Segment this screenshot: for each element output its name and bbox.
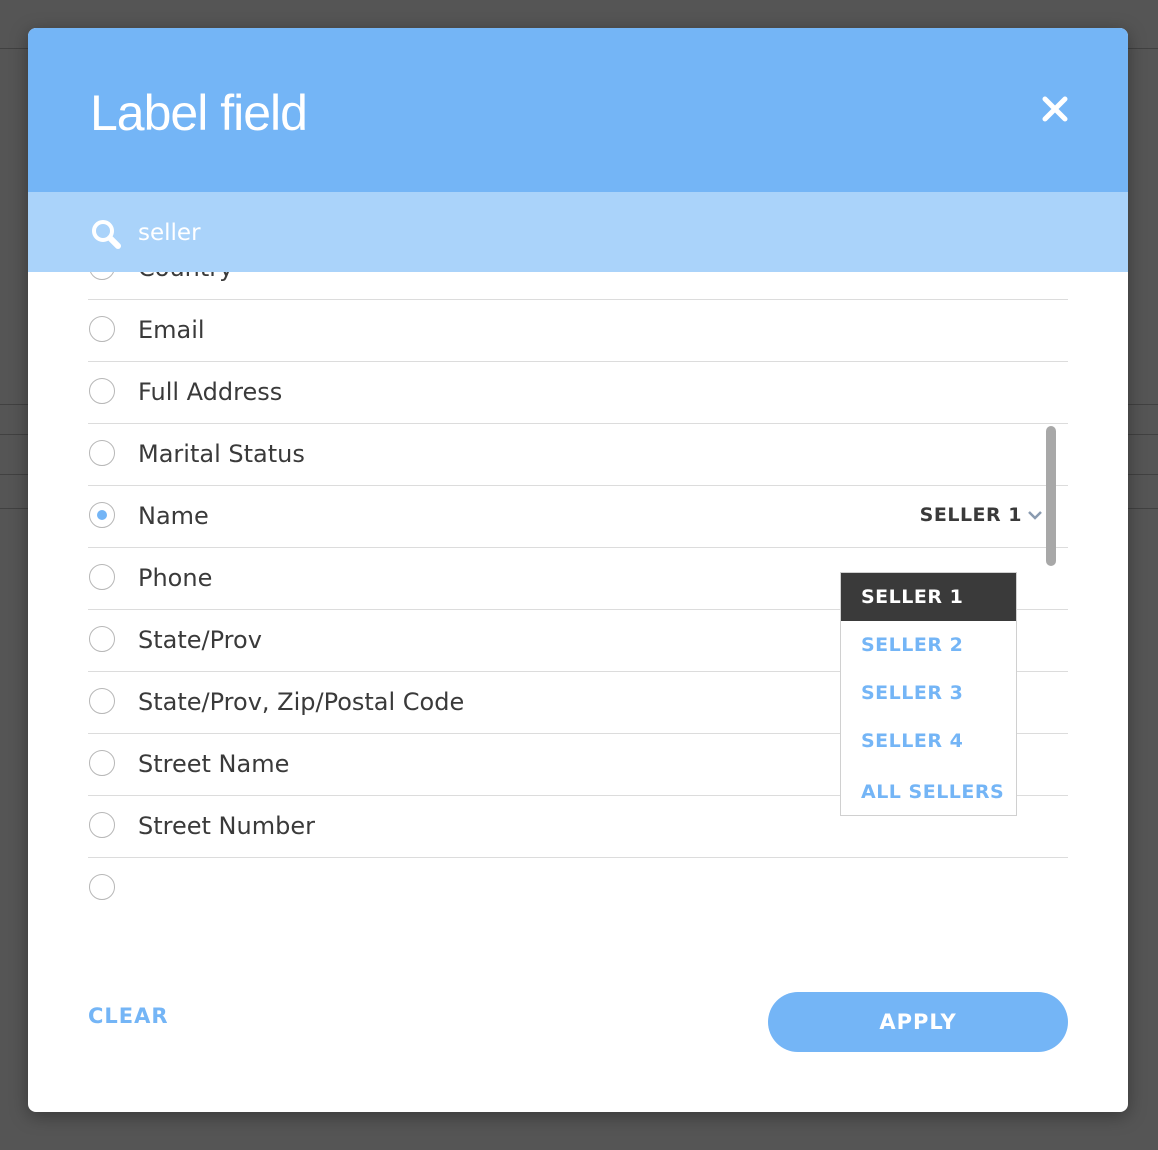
radio-button[interactable] [89,626,115,652]
list-scrollbar[interactable] [1046,426,1056,566]
field-label: Phone [138,564,213,592]
close-button[interactable] [1040,94,1070,124]
radio-button-checked[interactable] [89,502,115,528]
dropdown-option-seller-1[interactable]: SELLER 1 [841,573,1016,621]
radio-button[interactable] [89,688,115,714]
field-label: Street Name [138,750,290,778]
seller-dropdown-menu: SELLER 1 SELLER 2 SELLER 3 SELLER 4 ALL … [840,572,1017,816]
radio-button[interactable] [89,874,115,900]
close-icon [1042,96,1068,122]
field-label: Marital Status [138,440,305,468]
dialog-title: Label field [90,85,308,141]
dropdown-option-seller-3[interactable]: SELLER 3 [841,669,1016,717]
list-item[interactable]: Full Address [88,362,1068,424]
dropdown-option-all-sellers[interactable]: ALL SELLERS [841,765,1016,815]
list-item-selected[interactable]: Name SELLER 1 [88,486,1068,548]
field-label: Name [138,502,209,530]
field-label: State/Prov [138,626,262,654]
label-field-dialog: Label field Country Email [28,28,1128,1112]
radio-button[interactable] [89,316,115,342]
list-item[interactable]: Email [88,300,1068,362]
radio-button[interactable] [89,272,115,280]
radio-button[interactable] [89,812,115,838]
field-label: Full Address [138,378,283,406]
search-bar [28,192,1128,272]
list-item[interactable] [88,858,1068,912]
seller-select-value: SELLER 1 [919,504,1022,526]
field-label: Street Number [138,812,315,840]
field-label: Country [138,272,233,282]
radio-button[interactable] [89,378,115,404]
seller-select[interactable]: SELLER 1 [920,504,1042,526]
dialog-header: Label field [28,28,1128,192]
list-item[interactable]: Country [88,272,1068,300]
dropdown-option-seller-4[interactable]: SELLER 4 [841,717,1016,765]
field-label: Email [138,316,205,344]
search-icon [92,220,121,249]
radio-button[interactable] [89,564,115,590]
apply-button[interactable]: APPLY [768,992,1068,1052]
search-input[interactable] [136,212,740,254]
field-label: State/Prov, Zip/Postal Code [138,688,465,716]
radio-button[interactable] [89,440,115,466]
list-item[interactable]: Marital Status [88,424,1068,486]
dropdown-option-seller-2[interactable]: SELLER 2 [841,621,1016,669]
clear-button[interactable]: CLEAR [88,1004,169,1028]
radio-button[interactable] [89,750,115,776]
chevron-down-icon [1028,511,1042,520]
